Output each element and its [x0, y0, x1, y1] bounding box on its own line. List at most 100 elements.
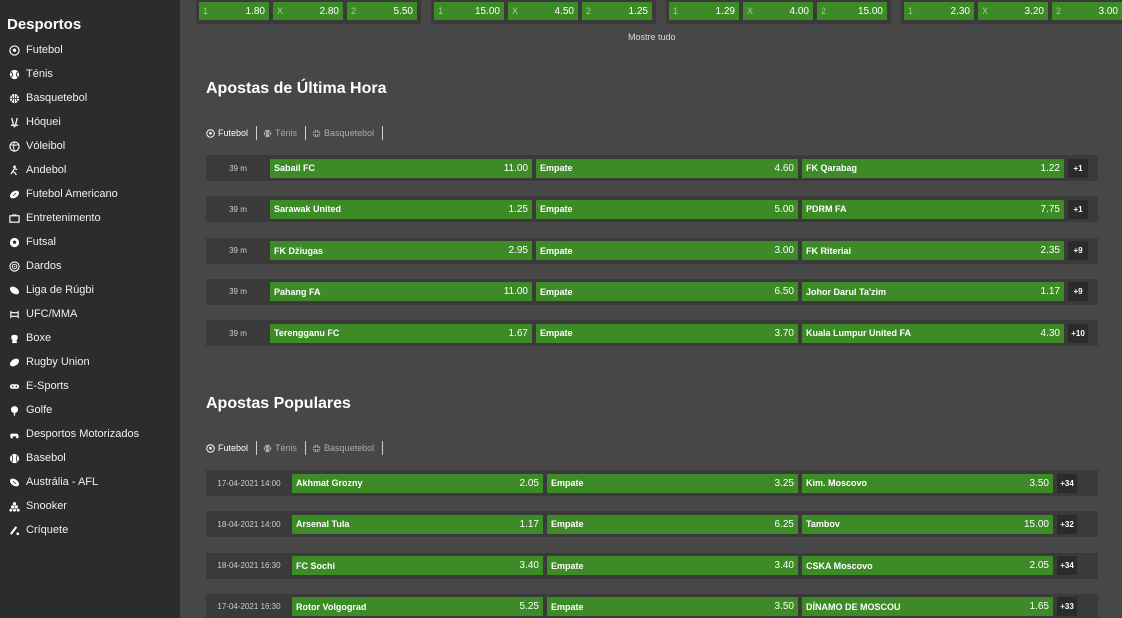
sidebar-item-golfe[interactable]: Golfe	[0, 398, 180, 422]
odds-button[interactable]: 1 2.30	[904, 2, 974, 20]
odds-button[interactable]: 1 1.29	[669, 2, 739, 20]
sidebar-item-label: Entretenimento	[26, 212, 101, 224]
away-odds-button[interactable]: Tambov 15.00	[802, 514, 1053, 534]
home-odds-button[interactable]: Akhmat Grozny 2.05	[292, 473, 543, 493]
odds-button[interactable]: X 4.50	[508, 2, 578, 20]
more-markets-button[interactable]: +1	[1068, 158, 1088, 178]
home-odds-button[interactable]: FK Džiugas 2.95	[270, 241, 532, 260]
odds-value: 6.25	[774, 518, 794, 530]
sidebar-item-e-sports[interactable]: E-Sports	[0, 374, 180, 398]
away-odds-button[interactable]: FK Riteriai 2.35	[802, 241, 1064, 260]
odds-value: 3.20	[1024, 5, 1044, 17]
odds-outcome-label: 1	[203, 6, 209, 16]
tab-label: Ténis	[275, 128, 298, 138]
more-markets-button[interactable]: +32	[1057, 514, 1077, 534]
sidebar-item-snooker[interactable]: Snooker	[0, 494, 180, 518]
draw-odds-button[interactable]: Empate 5.00	[536, 199, 798, 219]
draw-odds-button[interactable]: Empate 3.50	[547, 597, 798, 617]
odds-button[interactable]: 2 1.25	[582, 2, 652, 20]
more-markets-button[interactable]: +34	[1057, 473, 1077, 493]
draw-odds-button[interactable]: Empate 6.25	[547, 514, 798, 534]
away-odds-button[interactable]: Kuala Lumpur United FA 4.30	[802, 323, 1064, 343]
odds-value: 5.00	[774, 203, 794, 215]
odds-button[interactable]: 2 5.50	[347, 2, 417, 20]
odds-button[interactable]: X 3.20	[978, 2, 1048, 20]
odds-button[interactable]: 2 15.00	[817, 2, 887, 20]
odds-outcome-label: X	[982, 6, 989, 16]
sidebar-item-ufc-mma[interactable]: UFC/MMA	[0, 302, 180, 326]
odds-button[interactable]: X 2.80	[273, 2, 343, 20]
sidebar-item-basquetebol[interactable]: Basquetebol	[0, 86, 180, 110]
sidebar-item-label: Futsal	[26, 236, 56, 248]
away-odds-button[interactable]: CSKA Moscovo 2.05	[802, 556, 1053, 576]
home-odds-button[interactable]: Sarawak United 1.25	[270, 199, 532, 219]
more-markets-button[interactable]: +10	[1068, 323, 1088, 343]
more-markets-button[interactable]: +9	[1068, 241, 1088, 260]
tab-basquetebol[interactable]: Basquetebol	[312, 441, 384, 455]
tab-basquetebol[interactable]: Basquetebol	[312, 126, 384, 140]
draw-odds-button[interactable]: Empate 3.70	[536, 323, 798, 343]
sidebar-item-desportos-motorizados[interactable]: Desportos Motorizados	[0, 422, 180, 446]
home-odds-button[interactable]: Arsenal Tula 1.17	[292, 514, 543, 534]
basketball-icon	[8, 92, 20, 104]
baseball-icon	[8, 452, 20, 464]
more-markets-button[interactable]: +33	[1057, 597, 1077, 617]
odds-value: 1.80	[245, 5, 265, 17]
sidebar-item-australia-afl[interactable]: Austrália - AFL	[0, 470, 180, 494]
away-odds-button[interactable]: FK Qarabag 1.22	[802, 158, 1064, 178]
draw-odds-button[interactable]: Empate 6.50	[536, 282, 798, 302]
sidebar-item-label: Snooker	[26, 500, 67, 512]
outcome-name: Empate	[540, 328, 573, 338]
sidebar-item-basebol[interactable]: Basebol	[0, 446, 180, 470]
event-time: 17-04-2021 14:00	[217, 478, 281, 488]
odds-button[interactable]: 2 3.00	[1052, 2, 1122, 20]
draw-odds-button[interactable]: Empate 4.60	[536, 158, 798, 178]
away-odds-button[interactable]: Kim. Moscovo 3.50	[802, 473, 1053, 493]
sidebar-item-rugby-union[interactable]: Rugby Union	[0, 350, 180, 374]
show-all-link[interactable]: Mostre tudo	[628, 32, 676, 42]
away-odds-button[interactable]: PDRM FA 7.75	[802, 199, 1064, 219]
away-odds-button[interactable]: DÍNAMO DE MOSCOU 1.65	[802, 597, 1053, 617]
sidebar-item-tenis[interactable]: Ténis	[0, 62, 180, 86]
home-odds-button[interactable]: Pahang FA 11.00	[270, 282, 532, 302]
more-markets-button[interactable]: +9	[1068, 282, 1088, 302]
sidebar-item-entretenimento[interactable]: Entretenimento	[0, 206, 180, 230]
tab-tenis[interactable]: Ténis	[263, 126, 307, 140]
tab-futebol[interactable]: Futebol	[206, 441, 258, 455]
home-odds-button[interactable]: Rotor Volgograd 5.25	[292, 597, 543, 617]
sports-sidebar: Desportos Futebol Ténis Basquetebol Hóquei V…	[0, 0, 180, 618]
sidebar-item-andebol[interactable]: Andebol	[0, 158, 180, 182]
sidebar-item-criquete[interactable]: Críquete	[0, 518, 180, 542]
sidebar-item-boxe[interactable]: Boxe	[0, 326, 180, 350]
home-odds-button[interactable]: FC Sochi 3.40	[292, 556, 543, 576]
tab-tenis[interactable]: Ténis	[263, 441, 307, 455]
sidebar-item-label: Basebol	[26, 452, 66, 464]
draw-odds-button[interactable]: Empate 3.40	[547, 556, 798, 576]
sidebar-item-futebol-americano[interactable]: Futebol Americano	[0, 182, 180, 206]
draw-odds-button[interactable]: Empate 3.00	[536, 241, 798, 260]
home-odds-button[interactable]: Terengganu FC 1.67	[270, 323, 532, 343]
odds-button[interactable]: X 4.00	[743, 2, 813, 20]
odds-value: 3.40	[519, 560, 539, 572]
odds-button[interactable]: 1 15.00	[434, 2, 504, 20]
outcome-name: Empate	[551, 519, 584, 530]
odds-value: 3.50	[1029, 477, 1049, 489]
tab-futebol[interactable]: Futebol	[206, 126, 258, 140]
sidebar-item-futsal[interactable]: Futsal	[0, 230, 180, 254]
odds-value: 1.17	[1040, 286, 1060, 298]
draw-odds-button[interactable]: Empate 3.25	[547, 473, 798, 493]
sidebar-item-futebol[interactable]: Futebol	[0, 38, 180, 62]
sidebar-item-liga-de-rugbi[interactable]: Liga de Rúgbi	[0, 278, 180, 302]
tab-label: Futebol	[218, 128, 249, 138]
more-markets-button[interactable]: +1	[1068, 199, 1088, 219]
darts-icon	[8, 260, 20, 272]
away-odds-button[interactable]: Johor Darul Ta'zim 1.17	[802, 282, 1064, 302]
odds-button[interactable]: 1 1.80	[199, 2, 269, 20]
sidebar-item-hoquei[interactable]: Hóquei	[0, 110, 180, 134]
sidebar-item-dardos[interactable]: Dardos	[0, 254, 180, 278]
home-odds-button[interactable]: Sabail FC 11.00	[270, 158, 532, 178]
more-markets-button[interactable]: +34	[1057, 556, 1077, 576]
odds-value: 2.05	[519, 477, 539, 489]
odds-value: 11.00	[503, 162, 528, 174]
sidebar-item-voleibol[interactable]: Vóleibol	[0, 134, 180, 158]
